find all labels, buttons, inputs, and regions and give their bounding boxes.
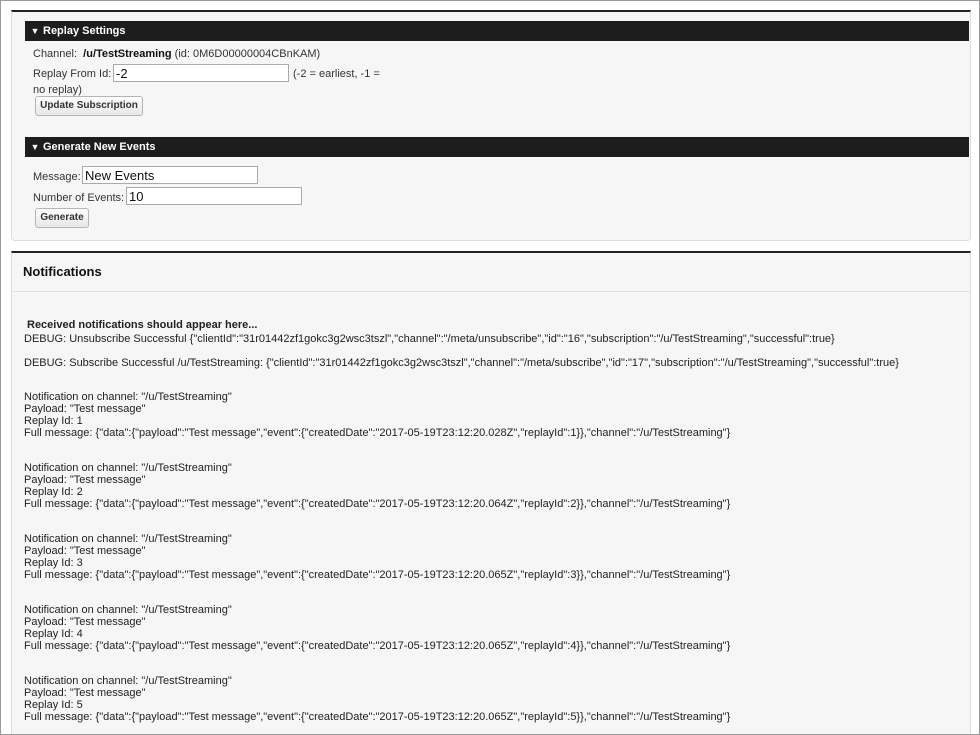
log-intro: Received notifications should appear her…	[27, 319, 258, 331]
notification-full-message: Full message: {"data":{"payload":"Test m…	[24, 640, 731, 652]
notification-log: Received notifications should appear her…	[24, 319, 964, 734]
notifications-panel: Notifications Received notifications sho…	[11, 251, 971, 734]
settings-panel: ▼ Replay Settings Channel: /u/TestStreami…	[11, 10, 971, 241]
notification-payload: Payload: "Test message"	[24, 403, 146, 415]
channel-row: Channel: /u/TestStreaming (id: 0M6D00000…	[33, 48, 320, 60]
notifications-title: Notifications	[23, 264, 102, 279]
notification-item: Notification on channel: "/u/TestStreami…	[24, 675, 964, 723]
replay-settings-title: Replay Settings	[43, 25, 126, 37]
notification-item: Notification on channel: "/u/TestStreami…	[24, 533, 964, 581]
debug-line: DEBUG: Subscribe Successful /u/TestStrea…	[24, 357, 899, 369]
notification-item: Notification on channel: "/u/TestStreami…	[24, 391, 964, 439]
events-count-label: Number of Events:	[33, 192, 125, 204]
collapse-triangle-icon: ▼	[30, 142, 40, 152]
notification-replay-id: Replay Id: 2	[24, 486, 83, 498]
events-count-input[interactable]	[126, 187, 302, 205]
channel-id: (id: 0M6D00000004CBnKAM)	[174, 48, 321, 60]
collapse-triangle-icon: ▼	[30, 26, 40, 36]
channel-label: Channel:	[33, 48, 78, 60]
replay-settings-header[interactable]: ▼ Replay Settings	[25, 21, 969, 41]
notification-payload: Payload: "Test message"	[24, 474, 146, 486]
replay-hint-line2: no replay)	[33, 84, 82, 96]
message-label: Message:	[33, 171, 81, 183]
notification-full-message: Full message: {"data":{"payload":"Test m…	[24, 569, 731, 581]
notification-full-message: Full message: {"data":{"payload":"Test m…	[24, 427, 731, 439]
notification-full-message: Full message: {"data":{"payload":"Test m…	[24, 498, 731, 510]
notification-payload: Payload: "Test message"	[24, 545, 146, 557]
notification-replay-id: Replay Id: 3	[24, 557, 83, 569]
notification-channel: Notification on channel: "/u/TestStreami…	[24, 533, 232, 545]
generate-events-title: Generate New Events	[43, 141, 156, 153]
notification-replay-id: Replay Id: 1	[24, 415, 83, 427]
notification-channel: Notification on channel: "/u/TestStreami…	[24, 391, 232, 403]
notification-channel: Notification on channel: "/u/TestStreami…	[24, 462, 232, 474]
notification-payload: Payload: "Test message"	[24, 687, 146, 699]
notification-channel: Notification on channel: "/u/TestStreami…	[24, 675, 232, 687]
generate-events-header[interactable]: ▼ Generate New Events	[25, 137, 969, 157]
notification-replay-id: Replay Id: 4	[24, 628, 83, 640]
notification-full-message: Full message: {"data":{"payload":"Test m…	[24, 711, 731, 723]
update-subscription-button[interactable]: Update Subscription	[35, 96, 143, 116]
divider	[12, 291, 970, 292]
channel-name: /u/TestStreaming	[83, 48, 172, 60]
page-frame: ▼ Replay Settings Channel: /u/TestStreami…	[0, 0, 980, 735]
replay-from-label: Replay From Id:	[33, 68, 112, 80]
generate-button[interactable]: Generate	[35, 208, 89, 228]
notification-replay-id: Replay Id: 5	[24, 699, 83, 711]
notification-channel: Notification on channel: "/u/TestStreami…	[24, 604, 232, 616]
notification-item: Notification on channel: "/u/TestStreami…	[24, 462, 964, 510]
message-input[interactable]	[82, 166, 258, 184]
replay-from-input[interactable]	[113, 64, 289, 82]
replay-hint-line1: (-2 = earliest, -1 =	[293, 68, 380, 80]
debug-line: DEBUG: Unsubscribe Successful {"clientId…	[24, 333, 835, 345]
notification-payload: Payload: "Test message"	[24, 616, 146, 628]
notification-item: Notification on channel: "/u/TestStreami…	[24, 604, 964, 652]
